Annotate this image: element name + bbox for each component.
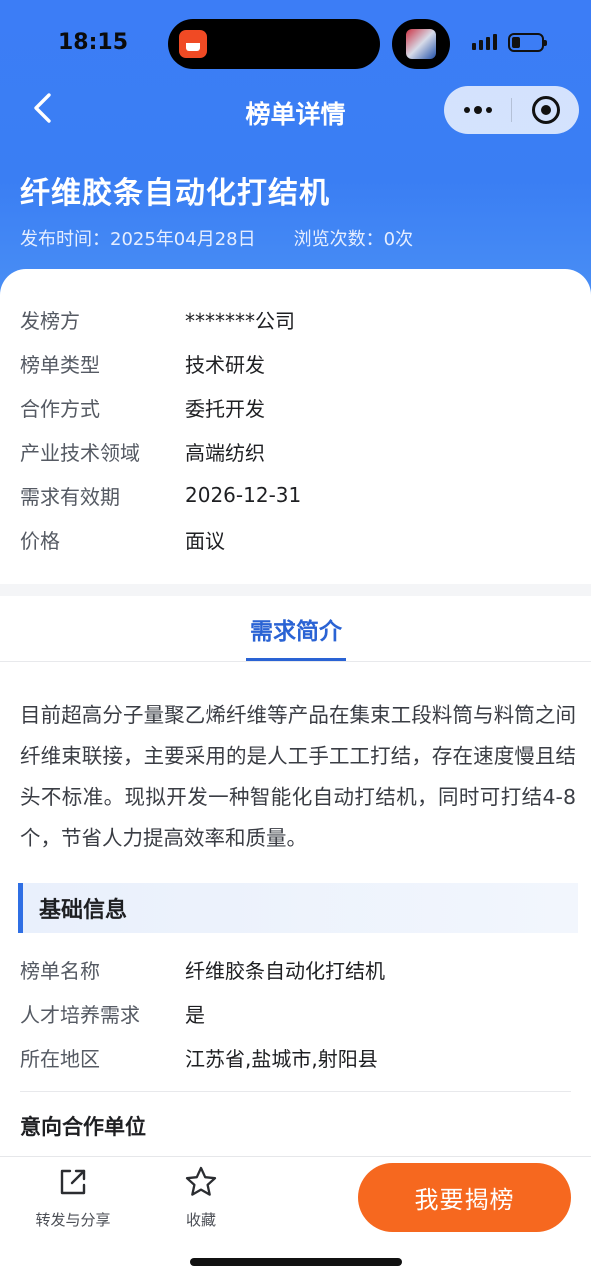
content-card: 发榜方 *******公司 榜单类型 技术研发 合作方式 委托开发 产业技术领域 高端纺…	[0, 269, 591, 1159]
battery-icon	[508, 33, 547, 52]
favorite-button[interactable]: 收藏	[166, 1165, 236, 1230]
info-row: 人才培养需求 是	[20, 991, 571, 1035]
publish-label: 发布时间：	[20, 229, 110, 250]
publish-date: 2025年04月28日	[110, 229, 256, 250]
detail-key: 需求有效期	[20, 484, 120, 509]
info-row: 所在地区 江苏省,盐城市,射阳县	[20, 1035, 571, 1079]
favorite-label: 收藏	[185, 1211, 216, 1229]
info-key: 人才培养需求	[20, 1002, 140, 1027]
dot-icon	[485, 107, 492, 113]
views-label: 浏览次数：	[293, 229, 384, 250]
tab-active-indicator	[246, 658, 346, 661]
app-activity-icon	[179, 30, 207, 58]
signal-icon	[472, 34, 497, 50]
section-separator	[0, 584, 591, 596]
detail-value: 高端纺织	[185, 440, 265, 465]
detail-row: 发榜方 *******公司	[20, 297, 571, 341]
info-value: 江苏省,盐城市,射阳县	[185, 1046, 378, 1071]
detail-value: 2026-12-31	[185, 483, 302, 507]
partner-heading: 意向合作单位	[20, 1115, 146, 1139]
screen: 18:15 榜单详情 纤维胶条自动化打结机 发布时间：2025年04月28日 浏…	[0, 0, 591, 1280]
status-time: 18:15	[58, 30, 129, 55]
home-indicator	[190, 1258, 402, 1266]
detail-row: 榜单类型 技术研发	[20, 341, 571, 385]
more-options-button[interactable]	[444, 86, 511, 134]
listing-title: 纤维胶条自动化打结机	[20, 176, 330, 211]
detail-list: 发榜方 *******公司 榜单类型 技术研发 合作方式 委托开发 产业技术领域 高端纺…	[20, 297, 571, 561]
divider	[20, 1091, 571, 1092]
detail-row: 合作方式 委托开发	[20, 385, 571, 429]
views-info: 浏览次数：0次	[294, 225, 413, 251]
star-icon	[185, 1166, 217, 1196]
listing-meta: 发布时间：2025年04月28日 浏览次数：0次	[20, 225, 413, 251]
detail-value: 委托开发	[185, 396, 265, 421]
tab-bar: 需求简介	[0, 596, 591, 662]
detail-row: 价格 面议	[20, 517, 571, 561]
publish-info: 发布时间：2025年04月28日	[20, 225, 256, 251]
requirement-intro: 目前超高分子量聚乙烯纤维等产品在集束工段料筒与料筒之间纤维束联接，主要采用的是人…	[20, 703, 576, 850]
detail-value: 面议	[185, 528, 225, 553]
info-key: 榜单名称	[20, 958, 100, 983]
info-key: 所在地区	[20, 1046, 100, 1071]
views-count: 0次	[383, 229, 414, 250]
mini-program-capsule	[444, 86, 579, 134]
dot-icon	[463, 107, 470, 113]
share-button[interactable]: 转发与分享	[30, 1165, 116, 1230]
detail-row: 产业技术领域 高端纺织	[20, 429, 571, 473]
close-mini-program-button[interactable]	[512, 86, 579, 134]
media-activity	[392, 19, 450, 69]
accept-challenge-button[interactable]: 我要揭榜	[358, 1163, 571, 1232]
detail-key: 价格	[20, 528, 60, 553]
detail-row: 需求有效期 2026-12-31	[20, 473, 571, 517]
dynamic-island	[168, 19, 380, 69]
detail-key: 榜单类型	[20, 352, 100, 377]
tab-intro[interactable]: 需求简介	[246, 596, 346, 662]
info-value: 是	[185, 1002, 205, 1027]
basic-info-heading: 基础信息	[18, 883, 578, 933]
info-value: 纤维胶条自动化打结机	[185, 958, 385, 983]
basic-info-list: 榜单名称 纤维胶条自动化打结机 人才培养需求 是 所在地区 江苏省,盐城市,射阳县	[20, 947, 571, 1079]
share-label: 转发与分享	[35, 1211, 111, 1229]
target-icon	[531, 96, 560, 124]
detail-value: 技术研发	[185, 352, 265, 377]
info-row: 榜单名称 纤维胶条自动化打结机	[20, 947, 571, 991]
detail-key: 合作方式	[20, 396, 100, 421]
detail-value: *******公司	[185, 308, 295, 333]
media-thumbnail-icon	[406, 29, 436, 59]
share-icon	[60, 1169, 86, 1195]
detail-key: 产业技术领域	[20, 440, 140, 465]
dot-icon	[473, 106, 482, 114]
detail-key: 发榜方	[20, 308, 80, 333]
